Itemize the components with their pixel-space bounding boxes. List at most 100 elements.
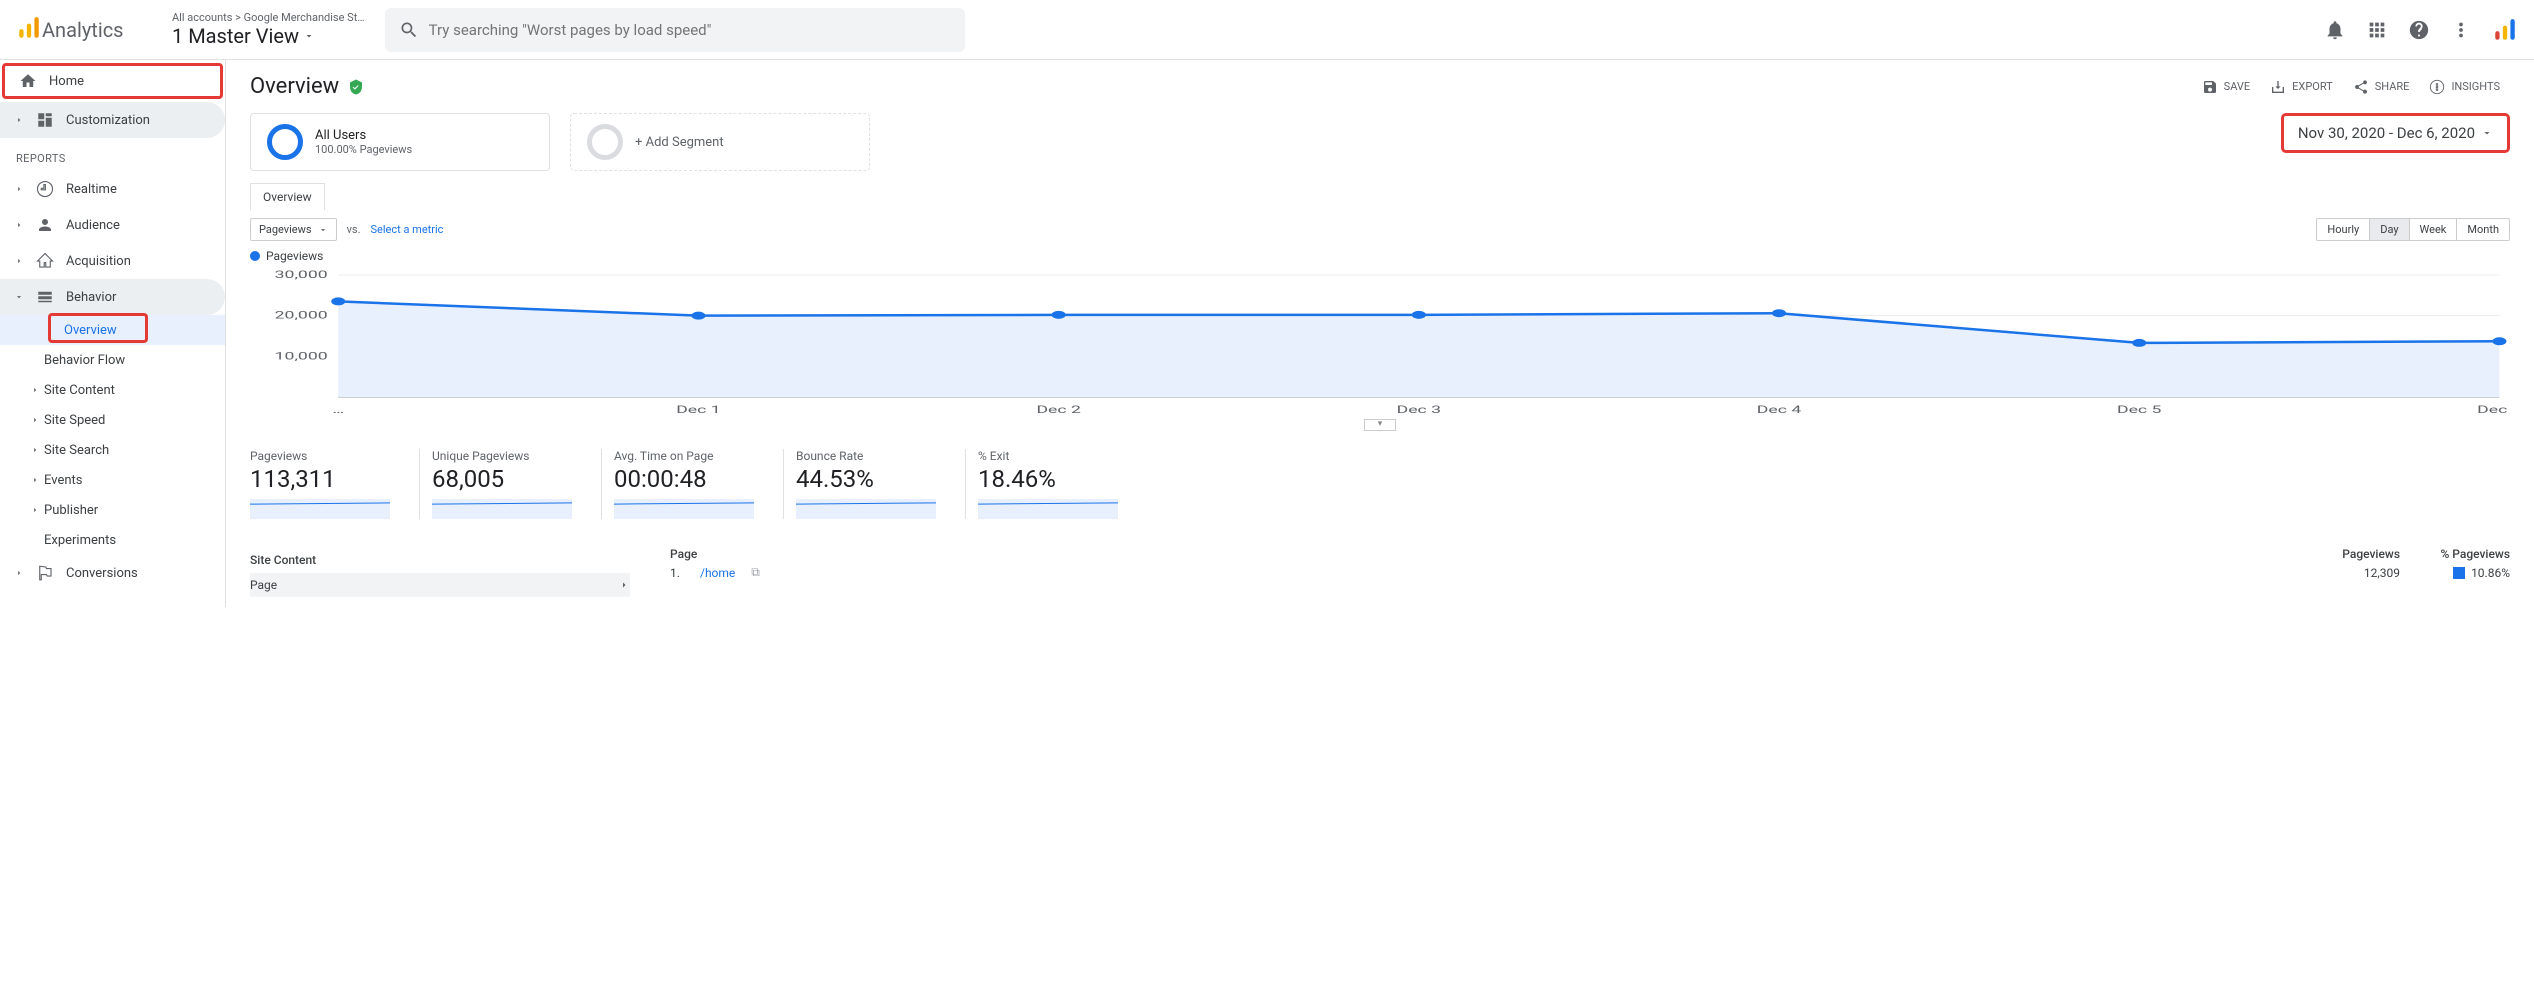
sidebar-item-conversions[interactable]: Conversions (0, 555, 225, 591)
bell-icon[interactable] (2324, 19, 2346, 41)
granularity-group: Hourly Day Week Month (2316, 218, 2510, 241)
granularity-month[interactable]: Month (2456, 219, 2509, 240)
metric-card[interactable]: Bounce Rate 44.53% (796, 449, 966, 519)
main-content: Overview SAVE EXPORT SHARE INSIGHTS All … (226, 60, 2534, 607)
save-button[interactable]: SAVE (2192, 79, 2261, 95)
page-title: Overview (250, 74, 339, 99)
account-breadcrumb: All accounts > Google Merchandise St… (172, 11, 365, 24)
export-button[interactable]: EXPORT (2260, 79, 2343, 95)
chevron-right-icon (30, 505, 40, 515)
chevron-right-icon (30, 445, 40, 455)
account-avatar[interactable] (2492, 17, 2518, 43)
page-link[interactable]: /home (700, 566, 735, 580)
flag-icon (36, 564, 54, 582)
chevron-right-icon (14, 256, 24, 266)
svg-text:Dec 3: Dec 3 (1397, 404, 1441, 416)
granularity-hourly[interactable]: Hourly (2317, 219, 2369, 240)
tab-row: Overview (226, 171, 2534, 210)
metric-value: 00:00:48 (614, 465, 771, 493)
vs-label: vs. (347, 223, 361, 236)
date-range-picker[interactable]: Nov 30, 2020 - Dec 6, 2020 (2281, 113, 2510, 153)
sidebar-subitem-publisher[interactable]: Publisher (44, 495, 225, 525)
metric-card[interactable]: Pageviews 113,311 (250, 449, 420, 519)
account-picker[interactable]: All accounts > Google Merchandise St… 1 … (172, 11, 365, 48)
sidebar-item-behavior[interactable]: Behavior (0, 279, 225, 315)
clock-icon (36, 180, 54, 198)
metric-value: 44.53% (796, 465, 953, 493)
svg-text:Dec 5: Dec 5 (2117, 404, 2161, 416)
chevron-right-icon (30, 415, 40, 425)
granularity-week[interactable]: Week (2409, 219, 2457, 240)
page-table: Page Pageviews % Pageviews 1./home⧉ 12,3… (670, 547, 2510, 597)
chevron-right-icon (14, 184, 24, 194)
behavior-icon (36, 288, 54, 306)
insights-icon (2429, 79, 2445, 95)
export-icon (2270, 79, 2286, 95)
acquisition-icon (36, 252, 54, 270)
chevron-down-icon (2481, 127, 2493, 139)
chart-legend: Pageviews (226, 249, 2534, 263)
sidebar-subitem-events[interactable]: Events (44, 465, 225, 495)
sparkline (250, 499, 390, 519)
chevron-down-icon (14, 292, 24, 302)
sparkline (796, 499, 936, 519)
sidebar-subitem-site-content[interactable]: Site Content (44, 375, 225, 405)
person-icon (36, 216, 54, 234)
svg-text:…: … (332, 404, 344, 416)
insights-button[interactable]: INSIGHTS (2419, 79, 2510, 95)
view-selector[interactable]: 1 Master View (172, 24, 365, 48)
search-box[interactable] (385, 8, 965, 52)
add-segment-button[interactable]: + Add Segment (570, 113, 870, 171)
sidebar-subitem-experiments[interactable]: Experiments (44, 525, 225, 555)
sidebar-subitem-overview[interactable]: Overview (0, 315, 225, 345)
sidebar-subitem-behavior-flow[interactable]: Behavior Flow (44, 345, 225, 375)
metric-label: Pageviews (250, 449, 407, 463)
metric-card[interactable]: Unique Pageviews 68,005 (432, 449, 602, 519)
more-vert-icon[interactable] (2450, 19, 2472, 41)
svg-text:30,000: 30,000 (275, 269, 328, 281)
site-content-row-page[interactable]: Page (250, 573, 630, 597)
line-chart: 10,00020,00030,000…Dec 1Dec 2Dec 3Dec 4D… (250, 269, 2510, 417)
metric-card[interactable]: % Exit 18.46% (978, 449, 1148, 519)
chevron-down-icon (318, 225, 328, 235)
chart-area: 10,00020,00030,000…Dec 1Dec 2Dec 3Dec 4D… (226, 263, 2534, 423)
open-icon[interactable]: ⧉ (751, 565, 760, 580)
sidebar-subitem-site-search[interactable]: Site Search (44, 435, 225, 465)
select-metric-link[interactable]: Select a metric (371, 223, 444, 236)
sidebar-item-acquisition[interactable]: Acquisition (0, 243, 225, 279)
tab-overview[interactable]: Overview (250, 183, 325, 210)
metric-label: Bounce Rate (796, 449, 953, 463)
search-input[interactable] (429, 21, 951, 39)
svg-text:Dec 4: Dec 4 (1757, 404, 1801, 416)
segments-row: All Users 100.00% Pageviews + Add Segmen… (226, 113, 2534, 171)
sidebar-item-realtime[interactable]: Realtime (0, 171, 225, 207)
save-icon (2202, 79, 2218, 95)
apps-icon[interactable] (2366, 19, 2388, 41)
chevron-right-icon (14, 115, 24, 125)
sidebar-item-home[interactable]: Home (2, 63, 223, 99)
granularity-day[interactable]: Day (2369, 219, 2408, 240)
share-button[interactable]: SHARE (2343, 79, 2420, 95)
table-row[interactable]: 1./home⧉ 12,309 10.86% (670, 561, 2510, 584)
site-content-panel: Site Content Page (250, 547, 630, 597)
chevron-right-icon (30, 385, 40, 395)
sidebar-item-audience[interactable]: Audience (0, 207, 225, 243)
ga-logo-icon (16, 15, 42, 45)
chevron-right-icon (30, 475, 40, 485)
chevron-right-icon (14, 568, 24, 578)
help-icon[interactable] (2408, 19, 2430, 41)
segment-all-users[interactable]: All Users 100.00% Pageviews (250, 113, 550, 171)
legend-dot (250, 251, 260, 261)
svg-text:Dec 6: Dec 6 (2477, 404, 2510, 416)
sidebar: Home Customization REPORTS Realtime Audi… (0, 60, 226, 607)
sidebar-item-customization[interactable]: Customization (0, 102, 225, 138)
sparkline (432, 499, 572, 519)
segment-name: All Users (315, 128, 412, 143)
sidebar-subitem-site-speed[interactable]: Site Speed (44, 405, 225, 435)
metrics-row: Pageviews 113,311 Unique Pageviews 68,00… (226, 431, 2534, 537)
home-icon (19, 72, 37, 90)
segment-subtitle: 100.00% Pageviews (315, 143, 412, 156)
metric-card[interactable]: Avg. Time on Page 00:00:48 (614, 449, 784, 519)
chevron-right-icon (618, 579, 630, 591)
metric-dropdown[interactable]: Pageviews (250, 218, 337, 241)
